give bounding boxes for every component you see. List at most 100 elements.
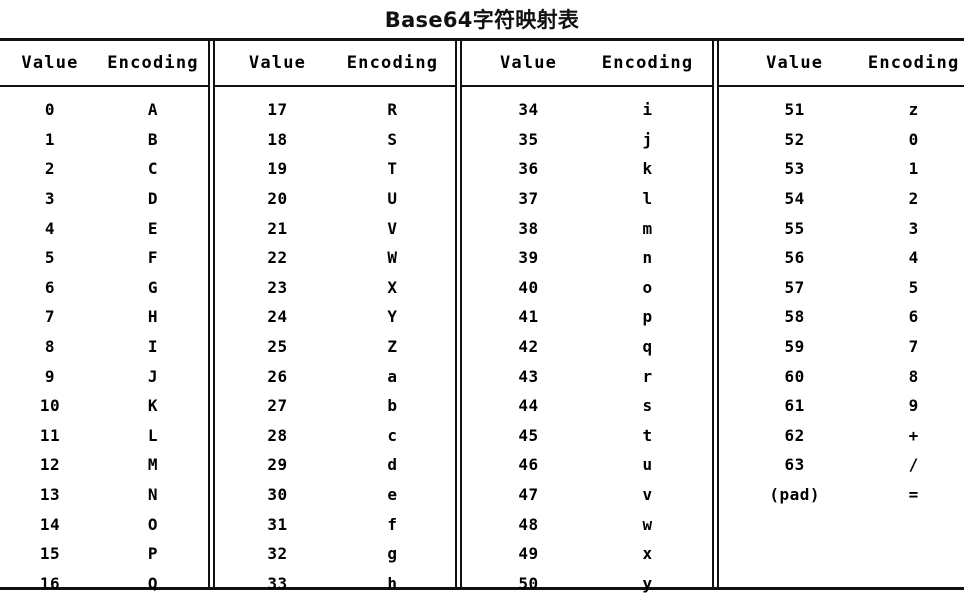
column-group: Value Encoding 0 A 1 B 2 C 3 D 4 E 5 F 6 G 7 H 8 I 9 J 10 K 11 L 1… [0,41,208,593]
column-divider [208,41,215,587]
cell-encoding: R [387,100,398,120]
cell-value: 39 [518,248,539,268]
cell-encoding: L [147,425,159,445]
cell-encoding: N [147,485,159,505]
table-row: 50 y [462,569,712,599]
table-row: 10 K [0,391,208,421]
table-row: 39 n [462,243,712,273]
table-row: 4E [0,213,208,243]
cell-encoding: C [147,159,159,179]
cell-encoding: T [387,159,398,179]
cell-encoding: a [387,366,398,386]
table-row: 24 Y [215,302,455,332]
table-row: 13 N [0,480,208,510]
cell-encoding: g [387,544,398,564]
cell-encoding: s [642,396,653,416]
table-body: 0 A 1 B 2 C 3 D 4 E 5 F 6 G 7 H 8 I 9 J 10 K 11 L 12 M 13 N 14 O 15 P 16… [0,87,208,598]
cell-encoding: z [908,100,919,120]
table-header-row: Value Encoding [462,41,712,87]
table-row: 1B [0,125,208,155]
cell-value: 31 [267,514,288,534]
column-group: Value Encoding 34 i 35 j 36 k 37 l 38 m 39 n 40 o 41 p 42 q… [462,41,712,593]
cell-encoding: W [387,248,398,268]
cell-value: 58 [784,307,805,327]
header-cell-value: Value [248,53,307,73]
cell-encoding: v [642,485,653,505]
cell-encoding: X [387,277,398,297]
cell-value: 56 [784,248,805,268]
cell-encoding: x [642,544,653,564]
table-row: (pad) = [719,480,964,510]
cell-value: 17 [267,100,288,120]
table-row: 58 6 [719,302,964,332]
cell-encoding: l [642,189,653,209]
cell-encoding: P [147,544,159,564]
table-row: 27 b [215,391,455,421]
cell-value: 14 [39,514,61,534]
cell-encoding: u [642,455,653,475]
table-row: 9J [0,361,208,391]
cell-encoding: b [387,396,398,416]
cell-encoding: = [908,485,919,505]
cell-encoding: 6 [908,307,919,327]
cell-value: 0 [44,100,56,120]
table-row: 3D [0,184,208,214]
cell-encoding: Z [387,337,398,357]
table-row: 56 4 [719,243,964,273]
cell-value: 2 [44,159,56,179]
cell-encoding: O [147,514,159,534]
header-cell-value: Value [499,53,558,73]
table-row: 29 d [215,450,455,480]
table-row: 12 M [0,450,208,480]
cell-encoding: e [387,485,398,505]
table-row: 45 t [462,421,712,451]
cell-value: 20 [267,189,288,209]
table-row: 34 i [462,95,712,125]
cell-encoding: S [387,129,398,149]
column-group: Value Encoding 17 R 18 S 19 T 20 U 21 V 22 W 23 X 24 Y 25 Z… [215,41,455,593]
table-row: 52 0 [719,125,964,155]
table-row: 19 T [215,154,455,184]
cell-encoding: Q [147,573,159,593]
cell-encoding: V [387,218,398,238]
table-row: 43 r [462,361,712,391]
table-row: 23 X [215,273,455,303]
cell-encoding: 7 [908,337,919,357]
cell-value: (pad) [769,485,820,505]
table-row: 60 8 [719,361,964,391]
cell-value: 53 [784,159,805,179]
table-row: 47 v [462,480,712,510]
table-row: 28 c [215,421,455,451]
table-header-row: Value Encoding [719,41,964,87]
cell-encoding: B [147,129,159,149]
table-row: 33 h [215,569,455,599]
column-group: Value Encoding 51 z 52 0 53 1 54 2 55 3 56 4 57 5 58 6 59 7… [719,41,964,587]
cell-value: 6 [44,277,56,297]
cell-encoding: k [642,159,653,179]
cell-encoding: 4 [908,248,919,268]
table-row: 59 7 [719,332,964,362]
cell-value: 54 [784,189,805,209]
cell-value: 12 [39,455,61,475]
cell-value: 57 [784,277,805,297]
cell-encoding: 1 [908,159,919,179]
cell-encoding: 3 [908,218,919,238]
cell-value: 34 [518,100,539,120]
cell-value: 48 [518,514,539,534]
table-body: 34 i 35 j 36 k 37 l 38 m 39 n 40 o 41 p 42 q 43 r 44 s 45 t 46 u 4… [462,87,712,598]
header-cell-encoding: Encoding [601,53,694,73]
cell-value: 55 [784,218,805,238]
cell-value: 9 [44,366,56,386]
cell-value: 36 [518,159,539,179]
table-body: 51 z 52 0 53 1 54 2 55 3 56 4 57 5 58 6 59 7 60 8 61 9 62 +63 / (… [719,87,964,587]
table-row: 40 o [462,273,712,303]
table-row: 37 l [462,184,712,214]
cell-encoding: y [642,573,653,593]
cell-encoding: F [147,248,159,268]
table-row: 14 O [0,509,208,539]
header-cell-encoding: Encoding [867,53,960,73]
cell-encoding: / [908,455,919,475]
cell-encoding: I [147,337,159,357]
cell-value: 15 [39,544,61,564]
table-header-row: Value Encoding [0,41,208,87]
